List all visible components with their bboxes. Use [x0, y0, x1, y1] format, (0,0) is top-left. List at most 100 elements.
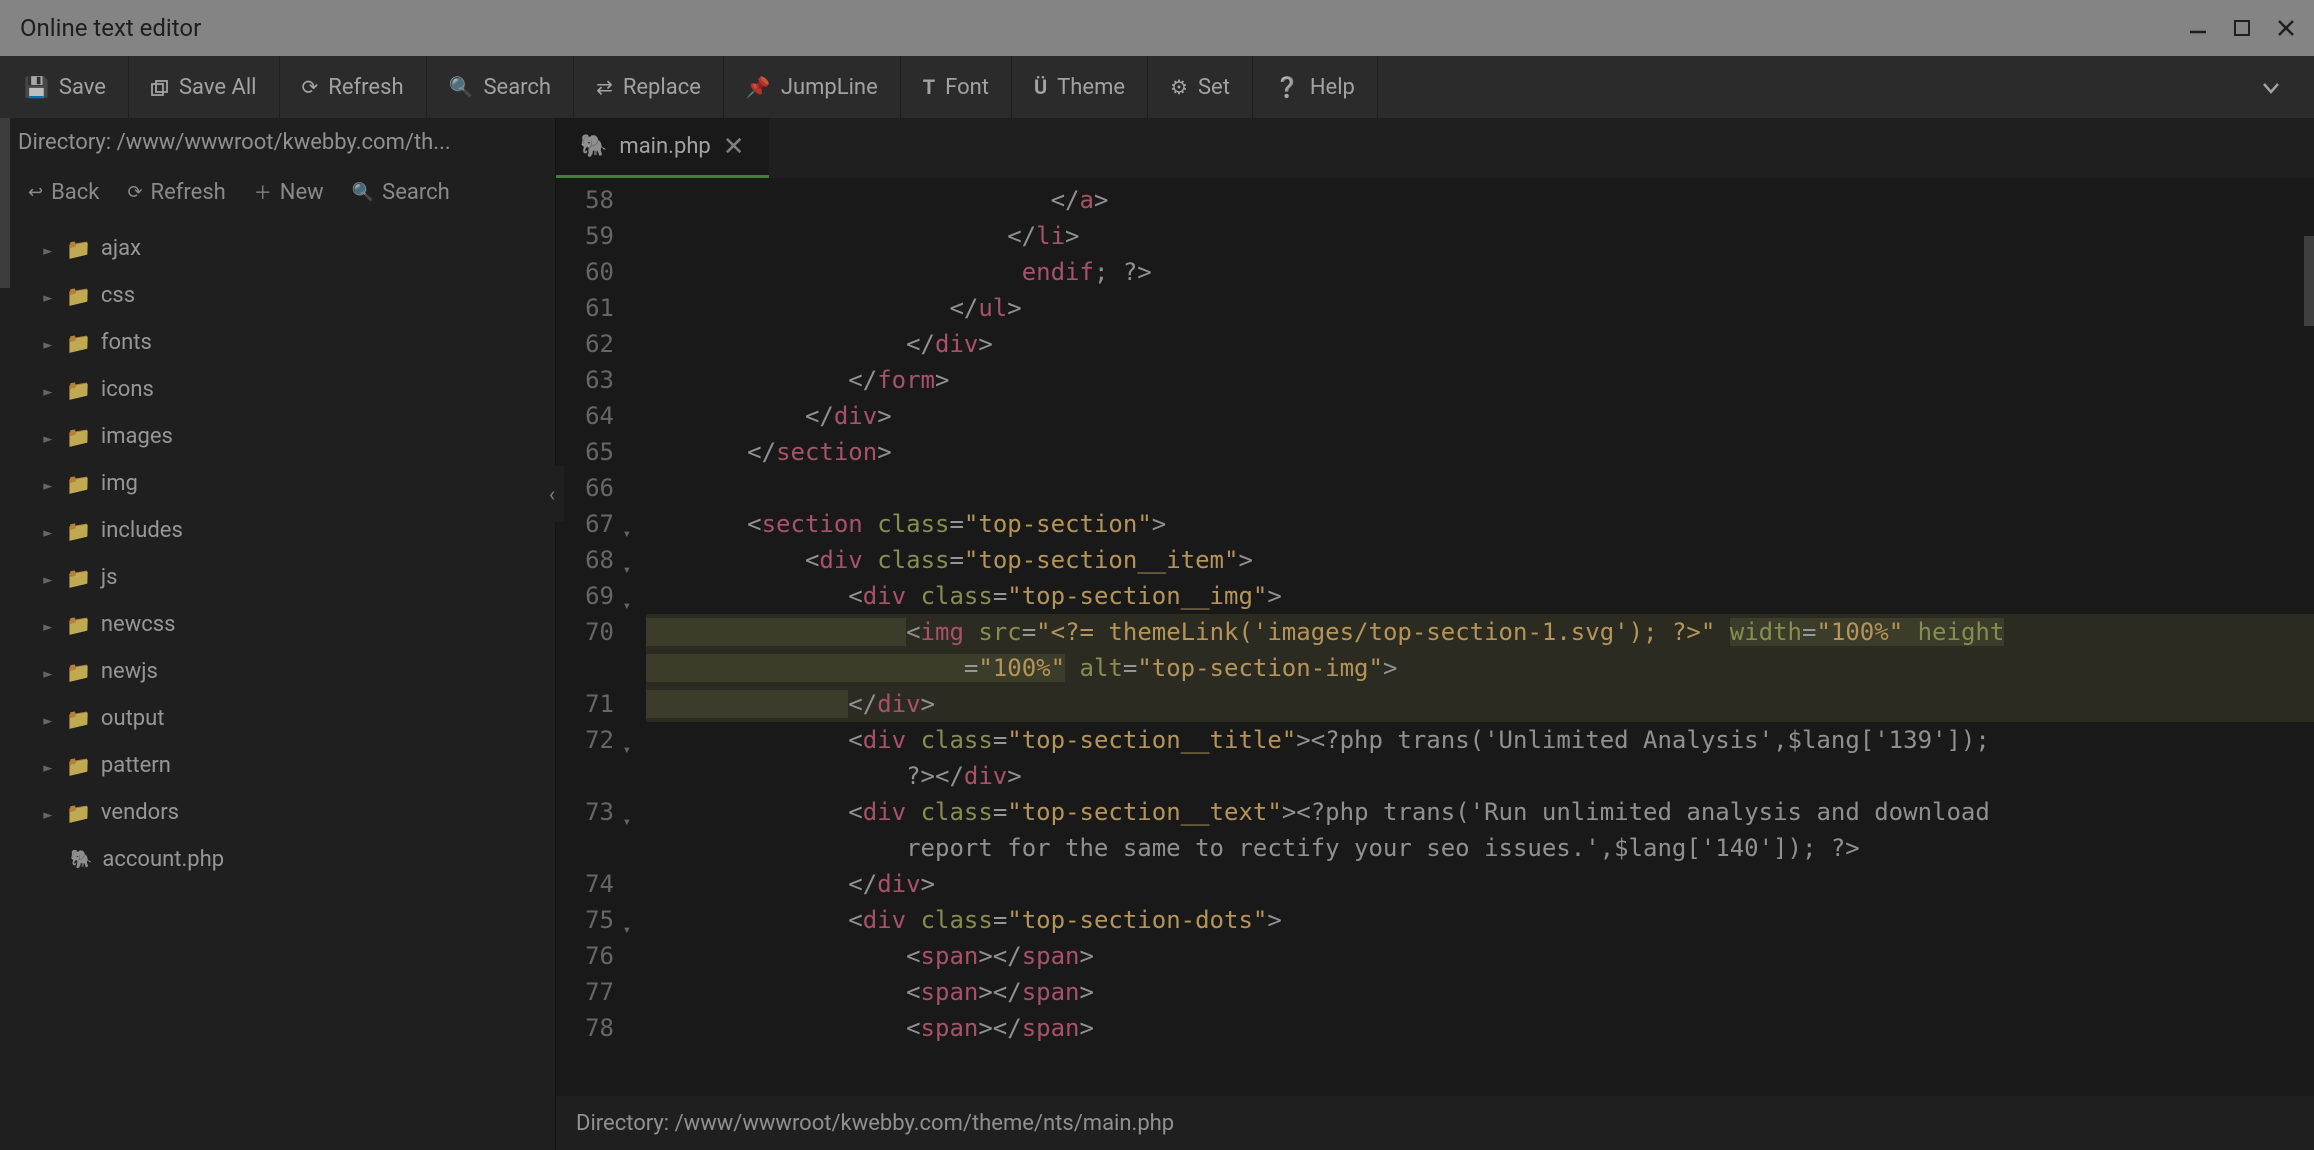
- tree-item-label: ajax: [101, 236, 141, 261]
- folder-icon: 📁: [66, 801, 91, 825]
- chevron-right-icon: ▾: [37, 430, 58, 443]
- chevron-right-icon: ▾: [37, 571, 58, 584]
- php-file-icon: 🐘: [70, 849, 92, 870]
- new-button[interactable]: ＋New: [240, 173, 338, 211]
- chevron-right-icon: ▾: [37, 524, 58, 537]
- tree-item-label: newcss: [101, 612, 176, 637]
- tree-folder-fonts[interactable]: ▾ 📁 fonts: [18, 319, 555, 366]
- tree-item-label: fonts: [101, 330, 152, 355]
- directory-label: Directory: /www/wwwroot/kwebby.com/th...: [0, 118, 555, 167]
- tree-item-label: images: [101, 424, 173, 449]
- sidebar-refresh-button[interactable]: ⟳Refresh: [113, 173, 239, 211]
- tree-folder-js[interactable]: ▾ 📁 js: [18, 554, 555, 601]
- sidebar-collapse-button[interactable]: ‹: [540, 466, 564, 522]
- save-icon: 💾: [24, 75, 49, 99]
- tree-folder-icons[interactable]: ▾ 📁 icons: [18, 366, 555, 413]
- theme-button[interactable]: ÜTheme: [1012, 56, 1148, 118]
- chevron-right-icon: ▾: [37, 289, 58, 302]
- search-icon: 🔍: [352, 182, 374, 203]
- line-gutter: 585960616263646566▾67▾68▾697071▾72▾7374▾…: [556, 178, 636, 1096]
- folder-icon: 📁: [66, 378, 91, 402]
- tab-filename: main.php: [619, 134, 710, 159]
- tree-folder-vendors[interactable]: ▾ 📁 vendors: [18, 789, 555, 836]
- chevron-right-icon: ▾: [37, 618, 58, 631]
- folder-icon: 📁: [66, 566, 91, 590]
- tree-item-label: css: [101, 283, 135, 308]
- search-button[interactable]: 🔍Search: [427, 56, 575, 118]
- file-tree[interactable]: ▾ 📁 ajax ▾ 📁 css ▾ 📁 fonts ▾ 📁 icons ▾ 📁 images ▾ 📁 img ▾ 📁…: [0, 221, 555, 1150]
- save-button[interactable]: 💾Save: [8, 56, 129, 118]
- tree-item-label: account.php: [102, 847, 224, 872]
- sidebar-search-button[interactable]: 🔍Search: [338, 173, 464, 211]
- tree-item-label: newjs: [101, 659, 158, 684]
- back-icon: ↩: [28, 182, 43, 203]
- chevron-right-icon: ▾: [37, 665, 58, 678]
- minimize-icon[interactable]: [2184, 14, 2212, 42]
- tree-item-label: icons: [101, 377, 154, 402]
- tree-folder-newjs[interactable]: ▾ 📁 newjs: [18, 648, 555, 695]
- jumpline-button[interactable]: 📌JumpLine: [724, 56, 901, 118]
- tree-folder-output[interactable]: ▾ 📁 output: [18, 695, 555, 742]
- folder-icon: 📁: [66, 425, 91, 449]
- refresh-icon: ⟳: [302, 75, 319, 99]
- folder-icon: 📁: [66, 331, 91, 355]
- refresh-button[interactable]: ⟳Refresh: [280, 56, 427, 118]
- tree-folder-pattern[interactable]: ▾ 📁 pattern: [18, 742, 555, 789]
- php-file-icon: 🐘: [580, 134, 607, 159]
- status-directory: Directory: /www/wwwroot/kwebby.com/theme…: [576, 1111, 1174, 1136]
- tree-file-account.php[interactable]: 🐘 account.php: [18, 836, 555, 883]
- folder-icon: 📁: [66, 284, 91, 308]
- folder-icon: 📁: [66, 754, 91, 778]
- tab-bar: 🐘 main.php ✕: [556, 118, 2314, 178]
- chevron-right-icon: ▾: [37, 712, 58, 725]
- chevron-right-icon: ▾: [37, 759, 58, 772]
- window-title: Online text editor: [20, 14, 201, 42]
- folder-icon: 📁: [66, 660, 91, 684]
- replace-button[interactable]: ⇄Replace: [574, 56, 724, 118]
- sidebar: Directory: /www/wwwroot/kwebby.com/th...…: [0, 118, 556, 1150]
- tree-item-label: includes: [101, 518, 183, 543]
- status-bar: Directory: /www/wwwroot/kwebby.com/theme…: [556, 1096, 2314, 1150]
- back-button[interactable]: ↩Back: [14, 173, 113, 211]
- font-button[interactable]: TFont: [901, 56, 1012, 118]
- folder-icon: 📁: [66, 472, 91, 496]
- set-button[interactable]: ⚙Set: [1148, 56, 1253, 118]
- pin-icon: 📌: [746, 75, 771, 99]
- refresh-icon: ⟳: [127, 182, 142, 203]
- folder-icon: 📁: [66, 519, 91, 543]
- search-icon: 🔍: [449, 75, 474, 99]
- tree-folder-newcss[interactable]: ▾ 📁 newcss: [18, 601, 555, 648]
- tab-close-icon[interactable]: ✕: [723, 132, 745, 162]
- code-editor[interactable]: 585960616263646566▾67▾68▾697071▾72▾7374▾…: [556, 178, 2314, 1096]
- chevron-right-icon: ▾: [37, 806, 58, 819]
- tab-main-php[interactable]: 🐘 main.php ✕: [556, 118, 769, 178]
- tree-item-label: output: [101, 706, 165, 731]
- tree-item-label: js: [101, 565, 118, 590]
- editor-area: ‹ 🐘 main.php ✕ 585960616263646566▾67▾68▾…: [556, 118, 2314, 1150]
- tree-folder-img[interactable]: ▾ 📁 img: [18, 460, 555, 507]
- chevron-right-icon: ▾: [37, 383, 58, 396]
- help-button[interactable]: ❔Help: [1253, 56, 1378, 118]
- chevron-right-icon: ▾: [37, 336, 58, 349]
- help-icon: ❔: [1275, 75, 1300, 99]
- toolbar-overflow-button[interactable]: [2236, 72, 2306, 102]
- sidebar-scrollbar[interactable]: [0, 118, 10, 288]
- close-icon[interactable]: [2272, 14, 2300, 42]
- maximize-icon[interactable]: [2228, 14, 2256, 42]
- tree-folder-images[interactable]: ▾ 📁 images: [18, 413, 555, 460]
- folder-icon: 📁: [66, 707, 91, 731]
- tree-item-label: pattern: [101, 753, 171, 778]
- save-all-button[interactable]: Save All: [129, 56, 280, 118]
- folder-icon: 📁: [66, 237, 91, 261]
- gear-icon: ⚙: [1170, 75, 1188, 99]
- tree-item-label: vendors: [101, 800, 179, 825]
- tree-folder-includes[interactable]: ▾ 📁 includes: [18, 507, 555, 554]
- font-icon: T: [923, 75, 935, 99]
- code-body[interactable]: </a> </li> endif; ?> </ul> </div> </form…: [636, 178, 2314, 1096]
- folder-icon: 📁: [66, 613, 91, 637]
- tree-folder-css[interactable]: ▾ 📁 css: [18, 272, 555, 319]
- tree-folder-ajax[interactable]: ▾📁ajax: [18, 225, 555, 272]
- theme-icon: Ü: [1034, 75, 1047, 99]
- chevron-right-icon: ▾: [37, 477, 58, 490]
- tree-item-label: img: [101, 471, 138, 496]
